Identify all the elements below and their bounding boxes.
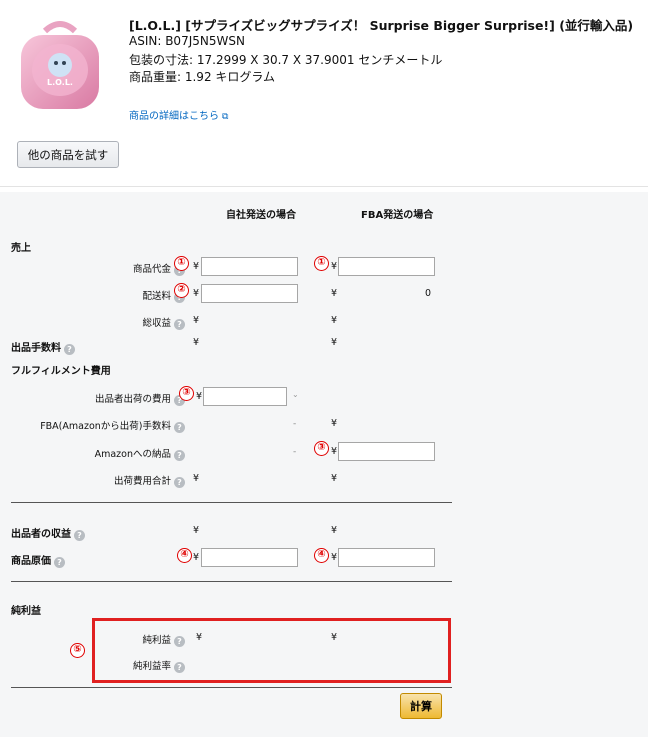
shipping-total-label: 出荷費用合計?	[0, 473, 185, 488]
total-revenue-label: 総収益?	[0, 315, 185, 330]
product-asin: ASIN: B07J5N5WSN	[129, 34, 245, 48]
yen-symbol: ¥	[331, 315, 338, 326]
self-fba-fee-value: -	[293, 419, 297, 429]
fba-price-input[interactable]	[338, 257, 435, 276]
yen-symbol: ¥	[193, 525, 200, 536]
help-icon[interactable]: ?	[54, 557, 65, 568]
yen-symbol: ¥	[193, 337, 200, 348]
chevron-down-icon[interactable]: ⌄	[292, 390, 299, 399]
yen-symbol: ¥	[331, 525, 338, 536]
help-icon[interactable]: ?	[174, 422, 185, 433]
yen-symbol: ¥	[331, 552, 338, 563]
self-price-input[interactable]	[201, 257, 298, 276]
marker-3: ③	[314, 441, 329, 456]
help-icon[interactable]: ?	[174, 319, 185, 330]
help-icon[interactable]: ?	[174, 450, 185, 461]
external-link-icon: ⧉	[222, 112, 229, 122]
shipping-label: 配送料?	[0, 288, 185, 303]
self-shipping-input[interactable]	[201, 284, 298, 303]
net-profit-highlight-box	[92, 618, 451, 683]
yen-symbol: ¥	[331, 446, 338, 457]
yen-symbol: ¥	[196, 632, 203, 643]
price-label: 商品代金?	[0, 261, 185, 276]
marker-1: ①	[314, 256, 329, 271]
marker-1: ①	[174, 256, 189, 271]
yen-symbol: ¥	[193, 552, 200, 563]
help-icon[interactable]: ?	[174, 636, 185, 647]
yen-symbol: ¥	[331, 261, 338, 272]
product-weight: 商品重量: 1.92 キログラム	[129, 70, 276, 84]
amazon-inbound-input[interactable]	[338, 442, 435, 461]
selling-fee-label: 出品手数料?	[11, 339, 75, 355]
svg-text:L.O.L.: L.O.L.	[47, 78, 73, 87]
yen-symbol: ¥	[196, 391, 203, 402]
divider	[11, 687, 452, 688]
yen-symbol: ¥	[193, 288, 200, 299]
help-icon[interactable]: ?	[64, 344, 75, 355]
yen-symbol: ¥	[193, 315, 200, 326]
column-header-fba: FBA発送の場合	[361, 210, 434, 221]
net-profit-label: 純利益?	[0, 632, 185, 647]
section-fulfillment: フルフィルメント費用	[11, 366, 111, 377]
self-cost-input[interactable]	[201, 548, 298, 567]
calculate-button[interactable]: 計算	[400, 693, 442, 719]
product-detail-link[interactable]: 商品の詳細はこちら ⧉	[129, 107, 228, 122]
yen-symbol: ¥	[331, 473, 338, 484]
try-other-product-button[interactable]: 他の商品を試す	[17, 141, 119, 168]
help-icon[interactable]: ?	[74, 530, 85, 541]
seller-shipping-cost-label: 出品者出荷の費用?	[0, 391, 185, 406]
product-image: L.O.L.	[17, 15, 103, 115]
seller-proceeds-label: 出品者の収益?	[11, 525, 85, 541]
divider	[11, 502, 452, 503]
amazon-inbound-label: Amazonへの納品?	[0, 446, 185, 461]
header-divider	[0, 186, 648, 187]
yen-symbol: ¥	[331, 288, 338, 299]
revenue-calculator-panel: 自社発送の場合 FBA発送の場合 売上 商品代金? ① ¥ ① ¥ 配送料? ②…	[0, 192, 648, 737]
product-title: [L.O.L.] [サプライズビッグサプライズ！ Surprise Bigger…	[129, 18, 634, 33]
fba-shipping-value: 0	[425, 288, 432, 299]
marker-3: ③	[179, 386, 194, 401]
cost-label: 商品原価?	[11, 552, 65, 568]
net-margin-label: 純利益率?	[0, 658, 185, 673]
section-revenue: 売上	[11, 243, 31, 254]
seller-shipping-cost-input[interactable]	[203, 387, 287, 406]
product-dimensions: 包装の寸法: 17.2999 X 30.7 X 37.9001 センチメートル	[129, 53, 443, 67]
section-net-profit: 純利益	[11, 606, 41, 617]
marker-4: ④	[177, 548, 192, 563]
yen-symbol: ¥	[331, 632, 338, 643]
help-icon[interactable]: ?	[174, 662, 185, 673]
divider	[11, 581, 452, 582]
yen-symbol: ¥	[193, 473, 200, 484]
marker-2: ②	[174, 283, 189, 298]
self-inbound-value: -	[293, 447, 297, 457]
column-header-self: 自社発送の場合	[226, 210, 296, 221]
yen-symbol: ¥	[331, 418, 338, 429]
yen-symbol: ¥	[331, 337, 338, 348]
yen-symbol: ¥	[193, 261, 200, 272]
fba-cost-input[interactable]	[338, 548, 435, 567]
help-icon[interactable]: ?	[174, 477, 185, 488]
marker-4: ④	[314, 548, 329, 563]
fba-fee-label: FBA(Amazonから出荷)手数料?	[0, 418, 185, 433]
